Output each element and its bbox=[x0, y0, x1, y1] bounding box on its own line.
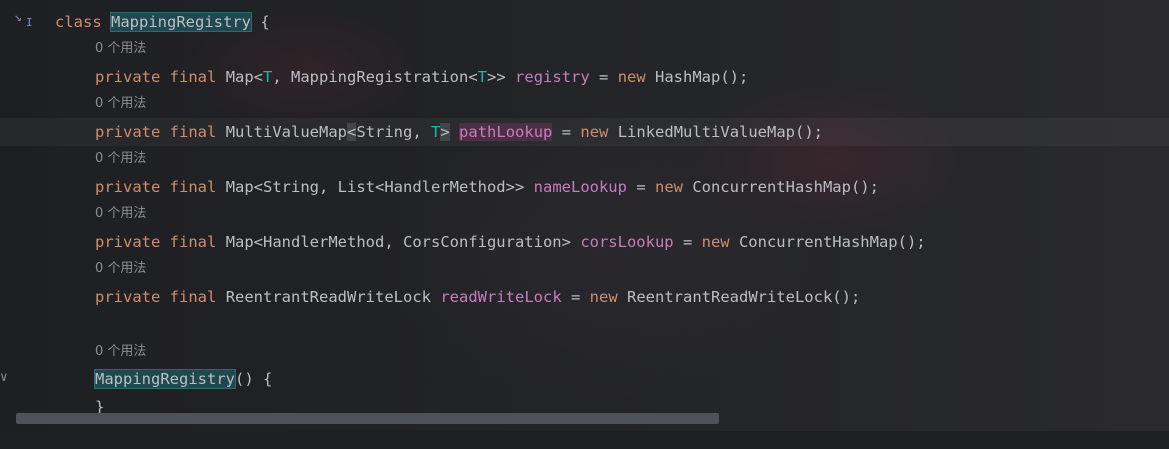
constructor-name[interactable]: MappingRegistry bbox=[94, 369, 236, 389]
field-name[interactable]: readWriteLock bbox=[440, 288, 561, 306]
params-and-brace: () { bbox=[234, 370, 273, 388]
keyword: private bbox=[95, 233, 161, 251]
code-line-constructor[interactable]: MappingRegistry() { bbox=[0, 365, 1169, 393]
keyword: final bbox=[169, 178, 217, 196]
field-name[interactable]: pathLookup bbox=[459, 123, 553, 141]
matched-bracket: < bbox=[347, 123, 357, 141]
code-line-field[interactable]: private final Map<T, MappingRegistration… bbox=[0, 63, 1169, 91]
type-param: T bbox=[477, 68, 488, 86]
keyword: new bbox=[589, 288, 618, 306]
field-name[interactable]: nameLookup bbox=[534, 178, 627, 196]
type: MultiValueMap bbox=[225, 123, 348, 141]
usage-hint[interactable]: 0 个用法 bbox=[95, 38, 146, 60]
horizontal-scrollbar[interactable] bbox=[16, 413, 719, 424]
type: ReentrantReadWriteLock bbox=[225, 288, 431, 306]
class-name[interactable]: MappingRegistry bbox=[110, 12, 252, 32]
initializer: ConcurrentHashMap(); bbox=[682, 178, 879, 196]
keyword: final bbox=[169, 288, 217, 306]
type: String, bbox=[356, 123, 432, 141]
usage-hint[interactable]: 0 个用法 bbox=[95, 341, 146, 363]
type: Map< bbox=[225, 68, 264, 86]
keyword: new bbox=[654, 178, 683, 196]
operator: = bbox=[589, 68, 618, 86]
field-name[interactable]: registry bbox=[515, 68, 590, 86]
matched-bracket: > bbox=[440, 123, 450, 141]
initializer: LinkedMultiValueMap(); bbox=[608, 123, 824, 141]
keyword: private bbox=[95, 288, 161, 306]
operator: = bbox=[552, 123, 581, 141]
keyword: new bbox=[701, 233, 730, 251]
type: Map<HandlerMethod, CorsConfiguration> bbox=[225, 233, 571, 251]
code-line-field[interactable]: private final Map<HandlerMethod, CorsCon… bbox=[0, 228, 1169, 256]
code-line-field[interactable]: private final ReentrantReadWriteLock rea… bbox=[0, 283, 1169, 311]
code-line-class[interactable]: class MappingRegistry { bbox=[0, 8, 1169, 36]
keyword: class bbox=[55, 13, 102, 31]
keyword: private bbox=[95, 123, 161, 141]
usage-hint[interactable]: 0 个用法 bbox=[95, 203, 146, 225]
operator: = bbox=[561, 288, 590, 306]
usage-hint[interactable]: 0 个用法 bbox=[95, 148, 146, 170]
keyword: final bbox=[169, 68, 217, 86]
brace: { bbox=[251, 13, 270, 31]
code-line-field-current[interactable]: private final MultiValueMap<String, T> p… bbox=[0, 118, 1169, 146]
keyword: final bbox=[169, 233, 217, 251]
type-param: T bbox=[431, 123, 441, 141]
initializer: ReentrantReadWriteLock(); bbox=[617, 288, 861, 306]
usage-hint[interactable]: 0 个用法 bbox=[95, 93, 146, 115]
usage-hint[interactable]: 0 个用法 bbox=[95, 258, 146, 280]
keyword: final bbox=[169, 123, 217, 141]
keyword: new bbox=[580, 123, 609, 141]
operator: = bbox=[673, 233, 702, 251]
type: Map<String, List<HandlerMethod>> bbox=[225, 178, 525, 196]
type: , MappingRegistration< bbox=[272, 68, 478, 86]
initializer: HashMap(); bbox=[645, 68, 749, 86]
keyword: new bbox=[617, 68, 646, 86]
keyword: private bbox=[95, 178, 161, 196]
type: >> bbox=[487, 68, 506, 86]
keyword: private bbox=[95, 68, 161, 86]
field-name[interactable]: corsLookup bbox=[580, 233, 673, 251]
code-line-field[interactable]: private final Map<String, List<HandlerMe… bbox=[0, 173, 1169, 201]
operator: = bbox=[626, 178, 655, 196]
initializer: ConcurrentHashMap(); bbox=[729, 233, 926, 251]
type-param: T bbox=[263, 68, 273, 86]
